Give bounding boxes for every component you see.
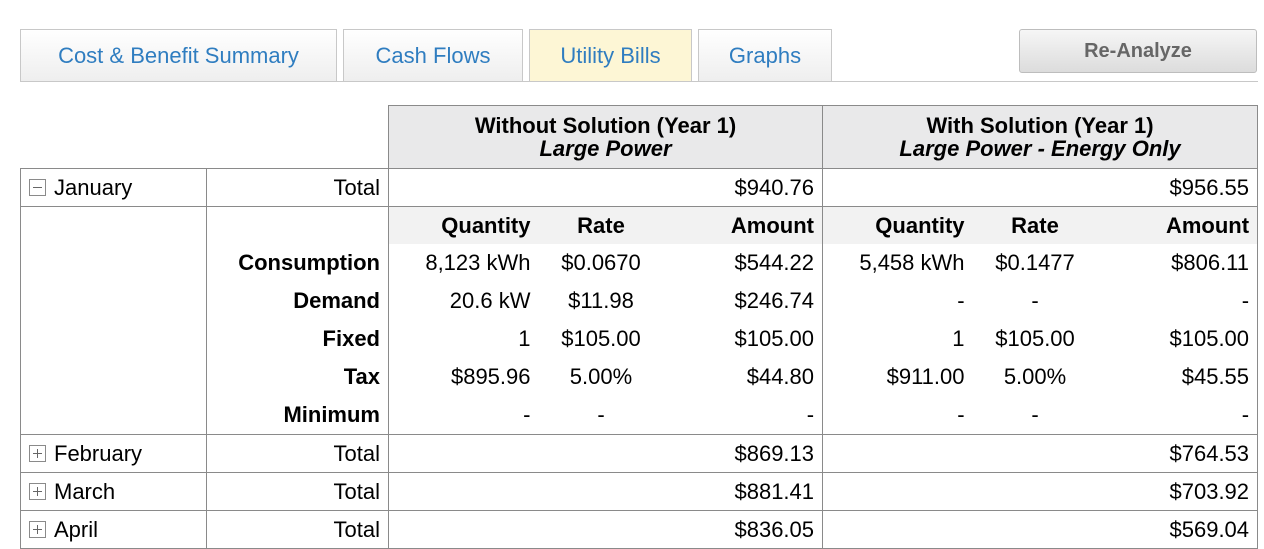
expand-icon[interactable]: [29, 444, 46, 462]
month-cell-april[interactable]: April: [20, 510, 207, 549]
tab-bar: Cost & Benefit Summary Cash Flows Utilit…: [0, 0, 1264, 82]
tab-graphs[interactable]: Graphs: [698, 29, 832, 81]
detail-label-column: Consumption Demand Fixed Tax Minimum: [206, 206, 389, 435]
without-total: $940.76: [387, 168, 824, 207]
with-amount-header: Amount: [1097, 206, 1259, 244]
month-name: January: [54, 174, 133, 200]
without-quantity: 20.6 kW: [388, 282, 539, 320]
without-rate: $105.00: [561, 326, 641, 351]
detail-label-tax: Tax: [343, 364, 380, 389]
expand-icon[interactable]: [29, 520, 46, 538]
month-row-february[interactable]: February Total $869.13 $764.53: [20, 434, 1259, 473]
with-amount: $45.55: [1097, 358, 1259, 396]
expand-icon[interactable]: [29, 482, 46, 500]
detail-label-consumption: Consumption: [238, 250, 380, 275]
with-amount: $806.11: [1097, 244, 1259, 282]
with-total: $703.92: [822, 472, 1259, 511]
column-header-row: Consumption Demand Fixed Tax Minimum Quantity…: [20, 206, 1259, 435]
with-rate: -: [972, 396, 1098, 435]
with-solution-title: With Solution (Year 1): [926, 113, 1154, 138]
without-quantity: -: [388, 396, 539, 435]
utility-bills-table: Without Solution (Year 1) Large Power Wi…: [20, 105, 1259, 549]
with-quantity: $911.00: [822, 358, 973, 396]
tab-utility-bills[interactable]: Utility Bills: [529, 29, 692, 82]
tab-cash-flows[interactable]: Cash Flows: [343, 29, 523, 81]
without-solution-rate: Large Power: [539, 136, 672, 161]
header-row: Without Solution (Year 1) Large Power Wi…: [21, 105, 1259, 169]
without-rate: -: [538, 396, 664, 435]
month-cell-march[interactable]: March: [20, 472, 207, 511]
total-label: Total: [206, 472, 389, 511]
with-amount: -: [1097, 282, 1259, 320]
month-name: April: [54, 516, 99, 542]
with-amount: $105.00: [1097, 320, 1259, 358]
with-rate: $0.1477: [995, 250, 1075, 275]
with-rate: 5.00%: [1003, 364, 1067, 389]
month-row-march[interactable]: March Total $881.41 $703.92: [20, 472, 1259, 511]
without-amount: $544.22: [663, 244, 824, 282]
with-quantity: 5,458 kWh: [822, 244, 973, 282]
detail-blank: [20, 206, 207, 435]
without-rate: $0.0670: [561, 250, 641, 275]
without-solution-title: Without Solution (Year 1): [474, 113, 737, 138]
without-total: $881.41: [387, 472, 824, 511]
tab-divider: [20, 81, 1258, 82]
without-quantity-header: Quantity: [388, 206, 539, 244]
re-analyze-button[interactable]: Re-Analyze: [1019, 29, 1257, 73]
without-amount: -: [663, 396, 824, 435]
with-amount: -: [1097, 396, 1259, 435]
with-quantity: -: [822, 396, 973, 435]
without-total: $869.13: [387, 434, 824, 473]
month-cell-january[interactable]: January: [20, 168, 207, 207]
without-rate-header: Rate: [538, 206, 664, 244]
month-row-january[interactable]: January Total $940.76 $956.55: [20, 168, 1259, 207]
with-solution-header: With Solution (Year 1) Large Power - Ene…: [822, 105, 1259, 169]
without-rate: $11.98: [568, 288, 634, 313]
with-quantity: -: [822, 282, 973, 320]
with-rate: -: [1031, 288, 1039, 313]
with-rate-header: Rate: [972, 206, 1098, 244]
without-quantity: 8,123 kWh: [388, 244, 539, 282]
month-name: February: [54, 440, 143, 466]
without-total: $836.05: [387, 510, 824, 549]
without-quantity: 1: [388, 320, 539, 358]
with-solution-rate: Large Power - Energy Only: [899, 136, 1181, 161]
with-quantity: 1: [822, 320, 973, 358]
with-total: $764.53: [822, 434, 1259, 473]
month-cell-february[interactable]: February: [20, 434, 207, 473]
with-quantity-header: Quantity: [822, 206, 973, 244]
detail-label-minimum: Minimum: [283, 402, 380, 427]
without-rate: 5.00%: [569, 364, 633, 389]
without-amount: $246.74: [663, 282, 824, 320]
with-rate: $105.00: [995, 326, 1075, 351]
detail-labels: Consumption Demand Fixed Tax Minimum: [208, 207, 388, 434]
detail-label-fixed: Fixed: [322, 326, 380, 351]
total-label: Total: [206, 168, 389, 207]
without-amount: $105.00: [663, 320, 824, 358]
without-amount: $44.80: [663, 358, 824, 396]
total-label: Total: [206, 510, 389, 549]
tab-cost-benefit-summary[interactable]: Cost & Benefit Summary: [20, 29, 337, 81]
month-row-april[interactable]: April Total $836.05 $569.04: [20, 510, 1259, 549]
without-quantity: $895.96: [388, 358, 539, 396]
collapse-icon[interactable]: [29, 178, 46, 196]
without-amount-header: Amount: [663, 206, 824, 244]
total-label: Total: [206, 434, 389, 473]
month-name: March: [54, 478, 116, 504]
with-total: $569.04: [822, 510, 1259, 549]
with-total: $956.55: [822, 168, 1259, 207]
detail-label-demand: Demand: [293, 288, 380, 313]
without-solution-header: Without Solution (Year 1) Large Power: [387, 105, 824, 169]
